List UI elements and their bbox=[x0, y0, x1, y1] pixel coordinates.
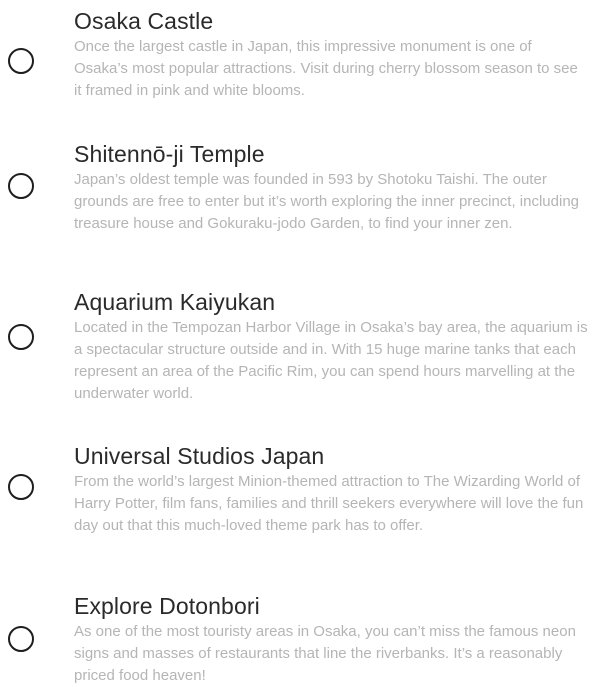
item-title: Shitennō-ji Temple bbox=[74, 141, 265, 167]
item-description: From the world’s largest Minion-themed a… bbox=[74, 473, 584, 534]
checkbox-circle[interactable] bbox=[8, 48, 34, 74]
checkbox-circle[interactable] bbox=[8, 173, 34, 199]
checkbox-circle[interactable] bbox=[8, 626, 34, 652]
item-description: Located in the Tempozan Harbor Village i… bbox=[74, 319, 588, 402]
item-description: Once the largest castle in Japan, this i… bbox=[74, 38, 578, 99]
item-title: Aquarium Kaiyukan bbox=[74, 289, 276, 315]
item-title: Universal Studios Japan bbox=[74, 443, 325, 469]
checkbox-circle[interactable] bbox=[8, 474, 34, 500]
attraction-checklist: Osaka Castle Once the largest castle in … bbox=[0, 0, 596, 686]
item-description: As one of the most touristy areas in Osa… bbox=[74, 623, 576, 684]
checkbox-circle[interactable] bbox=[8, 324, 34, 350]
item-description: Japan’s oldest temple was founded in 593… bbox=[74, 171, 580, 232]
item-title: Explore Dotonbori bbox=[74, 593, 260, 619]
item-title: Osaka Castle bbox=[74, 8, 214, 34]
